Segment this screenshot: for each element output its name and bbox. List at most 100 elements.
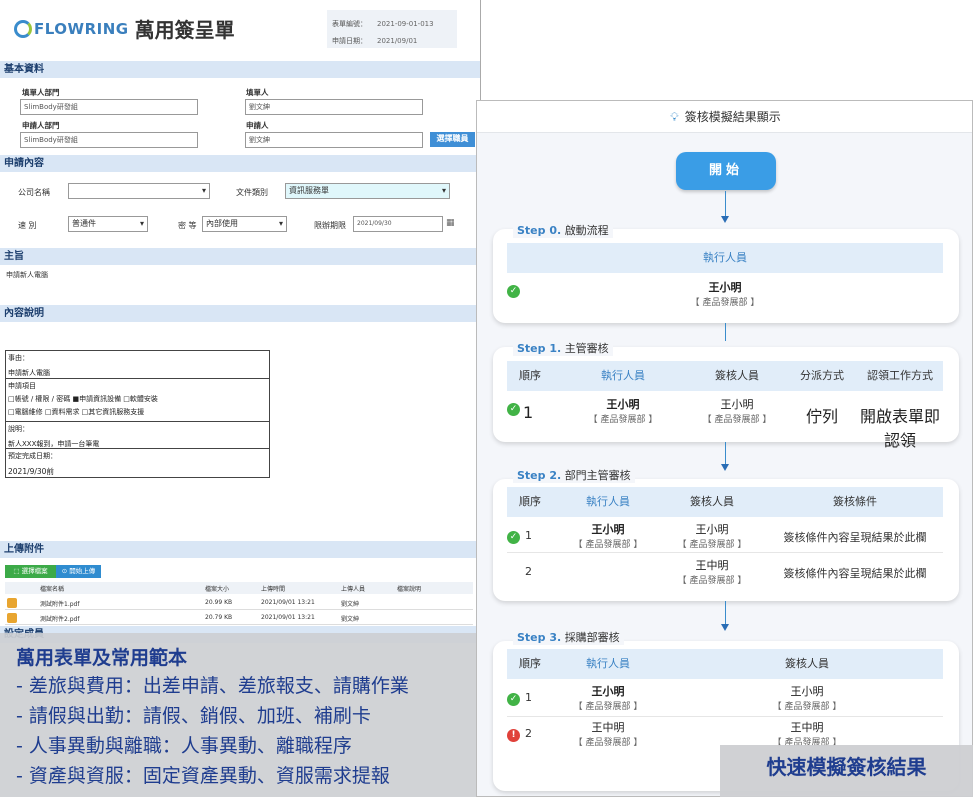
executor-name: 王小明 — [591, 523, 625, 536]
desc-items-line1: □帳號 / 權限 / 密碼 ■申請資訊設備 □軟體安裝 — [8, 395, 158, 403]
desc-note-value: 新人XXX報到，申請一台筆電 — [8, 440, 100, 448]
row-seq: 2 — [525, 727, 532, 740]
file-size: 20.79 KB — [205, 614, 233, 621]
panel-header: 💡︎ 簽核模擬結果顯示 — [477, 101, 972, 133]
form-no-value: 2021-09-01-013 — [377, 19, 434, 28]
claim-value: 開啟表單即認領 — [859, 407, 940, 450]
executor-dept: 【 產品發展部 】 — [588, 415, 658, 425]
select-staff-button[interactable]: 選擇職員 — [430, 132, 475, 147]
filler-field[interactable]: 劉文紳 — [245, 99, 423, 115]
col-name: 檔案名稱 — [40, 586, 65, 593]
executor-dept: 【 產品發展部 】 — [573, 540, 643, 550]
col-signer: 簽核人員 — [690, 495, 734, 508]
speed-select[interactable]: 普通件 — [68, 216, 148, 232]
overlay-line: - 差旅與費用：出差申請、差旅報支、請購作業 — [16, 675, 409, 697]
step-label-3: Step 3. 採購部審核 — [513, 629, 624, 645]
apply-date-value: 2021/09/01 — [377, 36, 418, 45]
signer-dept: 【 產品發展部 】 — [677, 540, 747, 550]
calendar-icon[interactable]: ▦ — [446, 218, 455, 228]
brand-name: FLOWRING — [34, 19, 129, 38]
fill-dept-field[interactable]: SlimBody研發組 — [20, 99, 198, 115]
secret-label: 密 等 — [178, 221, 197, 230]
col-signer: 簽核人員 — [785, 657, 829, 670]
company-label: 公司名稱 — [18, 188, 50, 197]
select-file-label: 選擇檔案 — [21, 567, 48, 575]
overlay-line: - 請假與出勤：請假、銷假、加班、補刷卡 — [16, 705, 371, 727]
filler-label: 填單人 — [246, 88, 269, 97]
section-basic: 基本資料 — [0, 61, 480, 78]
file-row[interactable]: 測試附件1.pdf 20.99 KB 2021/09/01 13:21 劉文紳 — [5, 597, 473, 610]
check-icon: ✓ — [507, 403, 520, 416]
description-box: 事由： 申請新人電腦 申請項目 □帳號 / 權限 / 密碼 ■申請資訊設備 □軟體安… — [5, 350, 270, 478]
company-select[interactable] — [68, 183, 210, 199]
step-name: 主管審核 — [564, 342, 609, 355]
doctype-select[interactable]: 資訊服務單 — [285, 183, 450, 199]
executor-name: 王中明 — [591, 721, 625, 734]
connector-line — [725, 601, 726, 625]
file-time: 2021/09/01 13:21 — [261, 599, 315, 606]
step-number: Step 1. — [517, 342, 562, 355]
logo: FLOWRING 萬用簽呈單 — [14, 14, 235, 43]
condition-value: 簽核條件內容呈現結果於此欄 — [783, 567, 927, 580]
desc-due-value: 2021/9/30前 — [8, 467, 54, 476]
file-user: 劉文紳 — [341, 601, 360, 608]
connector-line — [725, 323, 726, 341]
file-icon[interactable] — [7, 598, 17, 608]
col-condition: 簽核條件 — [833, 495, 877, 508]
file-name: 測試附件1.pdf — [40, 601, 80, 608]
signer-dept: 【 產品發展部 】 — [677, 576, 747, 586]
arrow-down-icon — [721, 216, 729, 223]
col-seq: 順序 — [519, 369, 541, 382]
row-seq: 1 — [525, 691, 532, 704]
applicant-field[interactable]: 劉文紳 — [245, 132, 423, 148]
col-executor: 執行人員 — [703, 251, 747, 264]
subject-text: 申請新人電腦 — [6, 271, 48, 279]
file-icon[interactable] — [7, 613, 17, 623]
section-upload: 上傳附件 — [0, 541, 480, 558]
connector-line — [725, 442, 726, 465]
form-no-label: 表單編號： — [332, 19, 367, 28]
arrow-down-icon — [721, 464, 729, 471]
fill-dept-label: 填單人部門 — [22, 88, 60, 97]
executor-name: 王小明 — [708, 281, 742, 294]
signer-name: 王小明 — [790, 685, 824, 698]
row-seq: 1 — [523, 403, 534, 422]
desc-reason-label: 事由： — [8, 354, 29, 362]
speed-label: 速 別 — [18, 221, 37, 230]
caption-banner: 快速模擬簽核結果 — [720, 745, 973, 797]
section-subject: 主旨 — [0, 248, 480, 265]
lightbulb-icon: 💡︎ — [670, 110, 679, 124]
file-time: 2021/09/01 13:21 — [261, 614, 315, 621]
deadline-field[interactable]: 2021/09/30 — [353, 216, 443, 232]
file-name: 測試附件2.pdf — [40, 616, 80, 623]
col-desc: 檔案說明 — [397, 586, 422, 593]
col-assign: 分派方式 — [800, 369, 844, 382]
step-card-0: 執行人員 ✓ 王小明【 產品發展部 】 — [493, 229, 959, 323]
section-description: 內容說明 — [0, 305, 480, 322]
col-executor: 執行人員 — [601, 369, 645, 382]
step-name: 部門主管審核 — [564, 469, 631, 482]
signer-dept: 【 產品發展部 】 — [772, 702, 842, 712]
col-seq: 順序 — [519, 495, 541, 508]
file-size: 20.99 KB — [205, 599, 233, 606]
doctype-label: 文件類別 — [236, 188, 268, 197]
secret-select[interactable]: 內部使用 — [202, 216, 287, 232]
section-content: 申請內容 — [0, 155, 480, 172]
error-icon: ! — [507, 729, 520, 742]
overlay-line: - 資產與資服：固定資產異動、資服需求提報 — [16, 765, 390, 787]
signer-name: 王小明 — [695, 523, 729, 536]
col-claim: 認領工作方式 — [867, 369, 933, 382]
start-upload-button[interactable]: ⊙ 開始上傳 — [56, 565, 101, 578]
desc-note-label: 說明： — [8, 425, 29, 433]
file-table-header: 檔案名稱 檔案大小 上傳時間 上傳人員 檔案說明 — [5, 582, 473, 594]
connector-line — [725, 191, 726, 217]
step-label-0: Step 0. 啟動流程 — [513, 222, 613, 238]
apply-dept-field[interactable]: SlimBody研發組 — [20, 132, 198, 148]
select-file-button[interactable]: ⬚ 選擇檔案 — [5, 565, 56, 578]
col-executor: 執行人員 — [586, 657, 630, 670]
file-user: 劉文紳 — [341, 616, 360, 623]
desc-items-label: 申請項目 — [8, 382, 36, 390]
condition-value: 簽核條件內容呈現結果於此欄 — [783, 531, 927, 544]
file-row[interactable]: 測試附件2.pdf 20.79 KB 2021/09/01 13:21 劉文紳 — [5, 612, 473, 625]
applicant-label: 申請人 — [246, 121, 269, 130]
